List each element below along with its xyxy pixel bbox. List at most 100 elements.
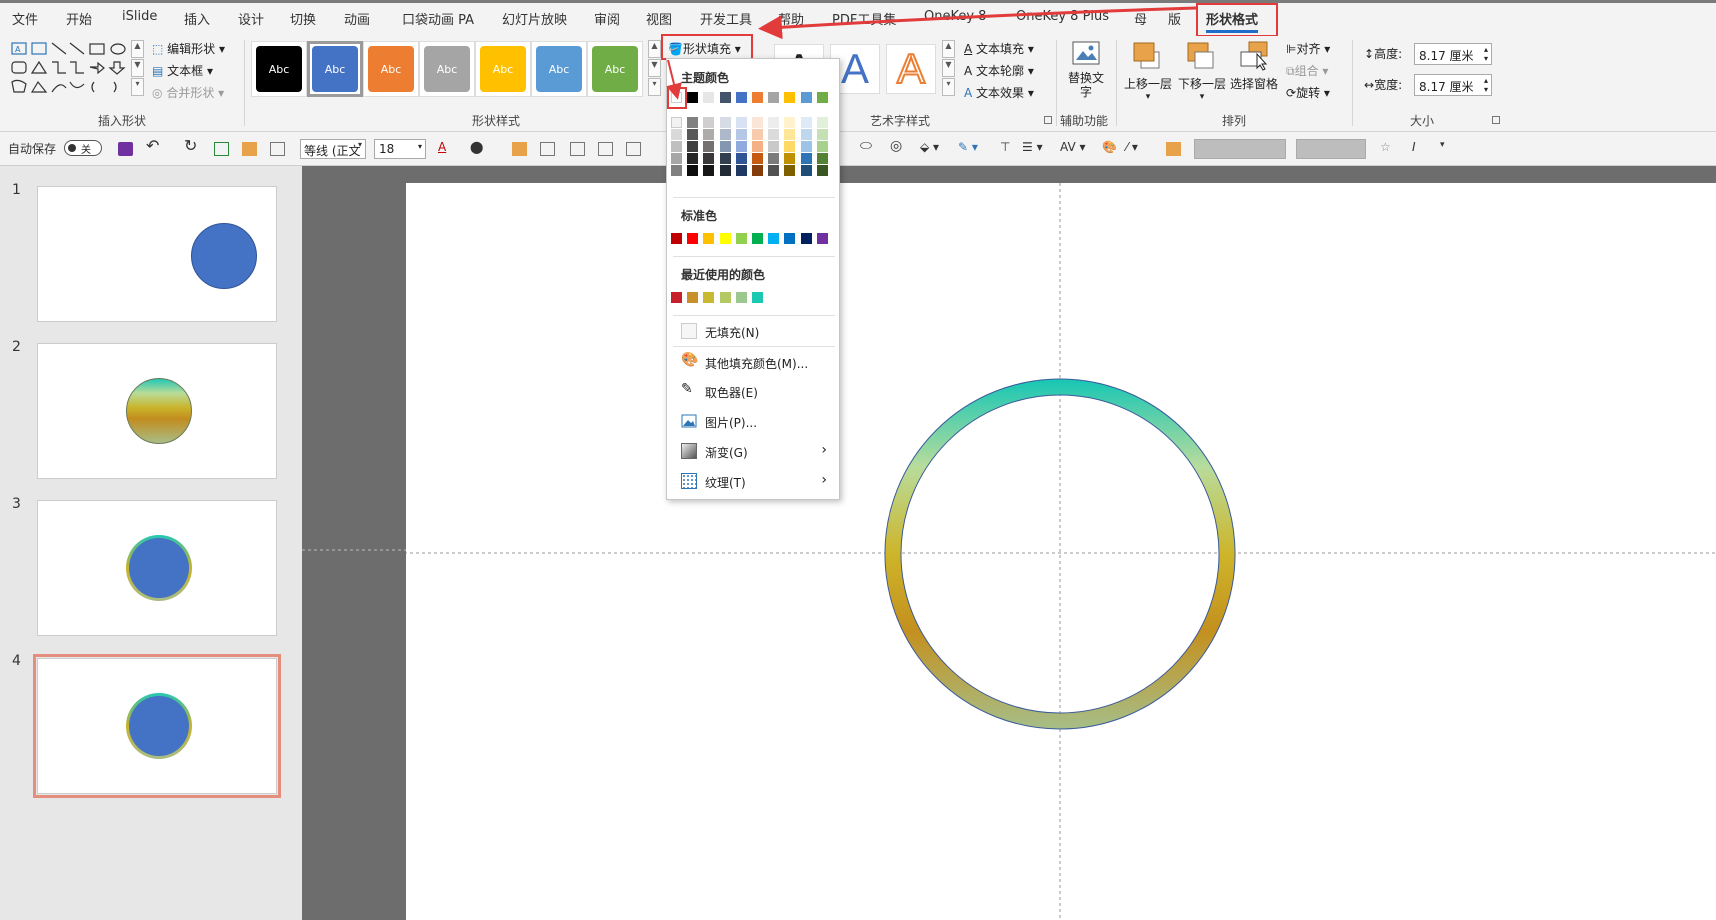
theme-shade-swatch[interactable] — [719, 141, 731, 152]
theme-shade-swatch[interactable] — [735, 117, 747, 128]
save-icon[interactable] — [118, 142, 133, 156]
shape-style-swatch[interactable]: Abc — [368, 46, 414, 92]
eyedropper-mini-icon[interactable]: ⁄ ▾ — [1126, 140, 1138, 154]
tab-insert[interactable]: 插入 — [184, 9, 210, 28]
theme-shade-swatch[interactable] — [816, 153, 828, 164]
tab-transitions[interactable]: 切换 — [290, 9, 316, 28]
tab-design[interactable]: 设计 — [238, 9, 264, 28]
recent-color-swatch[interactable] — [687, 292, 699, 303]
height-input[interactable]: 8.17 厘米 ▴ ▾ — [1414, 43, 1492, 65]
star-icon[interactable]: ☆ — [1380, 140, 1391, 154]
theme-shade-swatch[interactable] — [800, 153, 812, 164]
theme-shade-swatch[interactable] — [671, 117, 682, 128]
font-size-select[interactable]: 18 ▾ — [374, 139, 426, 159]
size-dialog-launcher[interactable] — [1492, 116, 1500, 124]
theme-color-swatch[interactable] — [719, 92, 731, 103]
theme-shade-swatch[interactable] — [800, 165, 812, 176]
theme-shade-swatch[interactable] — [687, 165, 699, 176]
theme-shade-swatch[interactable] — [735, 165, 747, 176]
theme-shade-swatch[interactable] — [703, 165, 715, 176]
wordart-scroll-down[interactable]: ▼ — [942, 59, 955, 77]
theme-color-swatch[interactable] — [800, 92, 812, 103]
standard-color-swatch[interactable] — [703, 233, 715, 244]
theme-shade-swatch[interactable] — [784, 153, 796, 164]
art-text-dialog-launcher[interactable] — [1044, 116, 1052, 124]
gallery-scroll-down[interactable]: ▼ — [131, 59, 144, 77]
slide-thumbnail-2[interactable] — [37, 343, 277, 479]
font-color-icon[interactable]: A — [438, 140, 446, 154]
theme-shade-swatch[interactable] — [703, 141, 715, 152]
theme-shade-swatch[interactable] — [735, 153, 747, 164]
slide-thumbnail-4[interactable] — [33, 654, 281, 798]
theme-shade-swatch[interactable] — [687, 129, 699, 140]
tab-slideshow[interactable]: 幻灯片放映 — [502, 9, 567, 28]
theme-shade-swatch[interactable] — [719, 165, 731, 176]
theme-shade-swatch[interactable] — [784, 141, 796, 152]
shape-gallery-icons[interactable]: A — [10, 40, 130, 96]
effects-mini-icon[interactable]: ◎ — [890, 138, 902, 154]
shape-style-swatch[interactable]: Abc — [592, 46, 638, 92]
wordart-expand[interactable]: ▾ — [942, 78, 955, 96]
char-spacing-icon[interactable]: AV ▾ — [1060, 140, 1086, 154]
picture-fill-item[interactable]: 图片(P)... — [681, 411, 831, 433]
current-slide[interactable] — [406, 183, 1716, 920]
height-spinner[interactable]: ▴ ▾ — [1484, 45, 1488, 63]
text-outline-button[interactable]: A 文本轮廓 ▾ — [964, 62, 1034, 79]
recent-color-swatch[interactable] — [703, 292, 715, 303]
theme-shade-swatch[interactable] — [768, 129, 780, 140]
theme-shade-swatch[interactable] — [687, 117, 699, 128]
theme-color-swatch[interactable] — [768, 92, 780, 103]
theme-shade-swatch[interactable] — [800, 129, 812, 140]
theme-shade-swatch[interactable] — [816, 117, 828, 128]
theme-shade-swatch[interactable] — [752, 117, 763, 128]
wordart-style-orange-outline[interactable]: A — [886, 44, 936, 94]
tab-review[interactable]: 审阅 — [594, 9, 620, 28]
distribute-mini-icon[interactable] — [626, 142, 641, 156]
tab-edition[interactable]: 版 — [1168, 9, 1181, 28]
palette-mini-icon[interactable]: 🎨 — [1102, 140, 1117, 154]
theme-shade-swatch[interactable] — [735, 141, 747, 152]
style-scroll-up[interactable]: ▲ — [648, 40, 661, 58]
theme-shade-swatch[interactable] — [703, 129, 715, 140]
standard-color-swatch[interactable] — [719, 233, 731, 244]
theme-shade-swatch[interactable] — [752, 129, 763, 140]
text-fill-button[interactable]: A 文本填充 ▾ — [964, 40, 1034, 57]
align-button[interactable]: ⊫对齐 ▾ — [1286, 40, 1330, 57]
theme-shade-swatch[interactable] — [784, 117, 796, 128]
alt-text-button[interactable]: 替换文字 — [1068, 40, 1104, 99]
edit-shape-button[interactable]: ⬚ 编辑形状 ▾ — [152, 40, 225, 57]
theme-shade-swatch[interactable] — [752, 165, 763, 176]
wordart-scroll-up[interactable]: ▲ — [942, 40, 955, 58]
bring-forward-button[interactable]: 上移一层 ▾ — [1124, 40, 1172, 102]
tab-islide[interactable]: iSlide — [122, 9, 157, 24]
theme-shade-swatch[interactable] — [719, 153, 731, 164]
standard-color-swatch[interactable] — [816, 233, 828, 244]
slide-thumbnail-1[interactable] — [37, 186, 277, 322]
text-box-button[interactable]: ▤ 文本框 ▾ — [152, 62, 213, 79]
theme-shade-swatch[interactable] — [816, 129, 828, 140]
theme-color-swatch[interactable] — [784, 92, 796, 103]
tab-onekey8-plus[interactable]: OneKey 8 Plus — [1016, 9, 1109, 24]
standard-color-swatch[interactable] — [671, 233, 682, 244]
layer-mini-icon[interactable] — [1166, 142, 1181, 156]
theme-color-swatch[interactable] — [687, 92, 699, 103]
tab-view[interactable]: 视图 — [646, 9, 672, 28]
shape-fill-mini-icon[interactable]: ⬤ — [470, 140, 483, 154]
theme-shade-swatch[interactable] — [752, 153, 763, 164]
theme-shade-swatch[interactable] — [816, 165, 828, 176]
shape-style-swatch[interactable]: Abc — [480, 46, 526, 92]
theme-shade-swatch[interactable] — [768, 153, 780, 164]
undo-icon[interactable]: ↶ — [146, 136, 159, 155]
no-fill-item[interactable]: 无填充(N) — [681, 321, 831, 343]
pen-mini-icon[interactable]: ✎ ▾ — [958, 140, 978, 154]
bring-front-icon[interactable] — [242, 142, 257, 156]
shape-style-swatch[interactable]: Abc — [256, 46, 302, 92]
theme-color-swatch[interactable] — [703, 92, 715, 103]
theme-shade-swatch[interactable] — [703, 117, 715, 128]
theme-color-swatch[interactable] — [752, 92, 763, 103]
theme-shade-swatch[interactable] — [671, 165, 682, 176]
theme-shade-swatch[interactable] — [719, 129, 731, 140]
standard-color-swatch[interactable] — [768, 233, 780, 244]
standard-color-swatch[interactable] — [752, 233, 763, 244]
gradient-fill-item[interactable]: 渐变(G) › — [681, 441, 831, 463]
